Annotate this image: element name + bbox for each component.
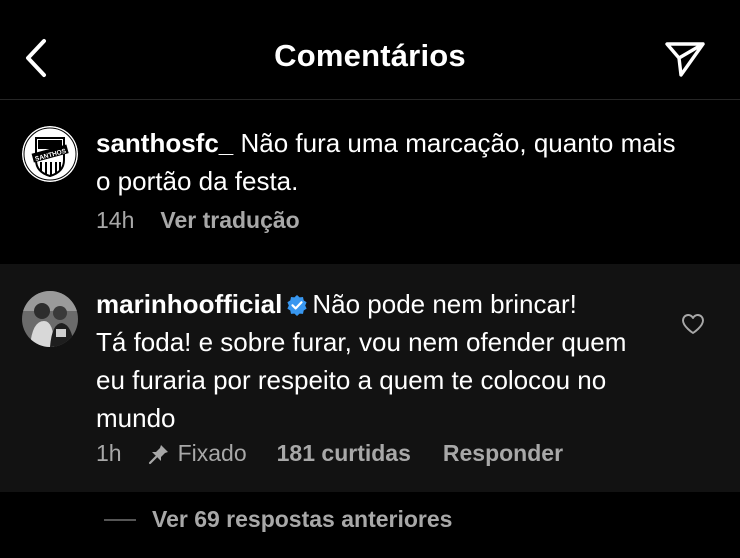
comment-meta: 14h Ver tradução	[96, 207, 300, 234]
avatar[interactable]	[22, 291, 78, 347]
comment-username[interactable]: santhosfc_	[96, 128, 233, 158]
pin-icon	[148, 444, 168, 464]
heart-icon[interactable]	[681, 313, 705, 335]
comment-body: santhosfc_ Não fura uma marcação, quanto…	[96, 124, 696, 200]
pinned-label: Fixado	[177, 440, 247, 466]
comment-meta: 1h Fixado 181 curtidas Responder	[96, 440, 563, 467]
verified-badge-icon	[287, 295, 307, 316]
pinned-comment: marinhoofficial Não pode nem brincar! Tá f…	[0, 264, 740, 492]
comment-text: Tá foda! e sobre furar, vou nem ofender …	[96, 327, 627, 433]
comment-text-line1: Não pode nem brincar!	[312, 289, 577, 319]
header-bar: Comentários	[0, 0, 740, 100]
comment-time: 1h	[96, 440, 122, 466]
caption-comment: SANTHOS santhosfc_ Não fura uma marcação…	[0, 100, 740, 264]
comment-username[interactable]: marinhoofficial	[96, 289, 282, 319]
avatar[interactable]: SANTHOS	[22, 126, 78, 182]
divider-line	[104, 518, 136, 521]
comment-time: 14h	[96, 207, 135, 233]
view-replies-label: Ver 69 respostas anteriores	[152, 506, 453, 532]
view-previous-replies[interactable]: Ver 69 respostas anteriores	[104, 506, 452, 533]
reply-button[interactable]: Responder	[443, 440, 563, 467]
comment-body: marinhoofficial Não pode nem brincar! Tá f…	[96, 285, 656, 437]
likes-count[interactable]: 181 curtidas	[277, 440, 411, 467]
page-title: Comentários	[274, 38, 466, 73]
translate-button[interactable]: Ver tradução	[160, 207, 299, 234]
paper-plane-icon[interactable]	[664, 40, 706, 78]
profile-photo	[22, 291, 78, 347]
santhos-logo-icon: SANTHOS	[22, 126, 78, 182]
